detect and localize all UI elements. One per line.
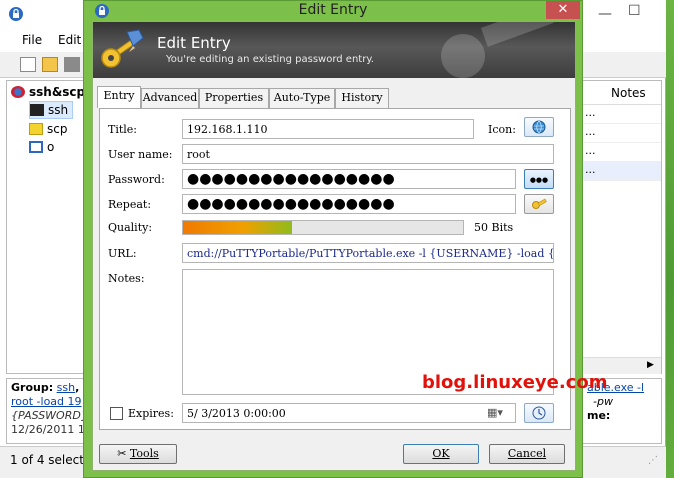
open-folder-icon[interactable]	[42, 57, 58, 72]
cancel-button-label: Cancel	[507, 447, 547, 460]
edit-entry-dialog: Edit Entry ✕ Edit Entry You're editing a…	[83, 0, 583, 478]
dialog-title: Edit Entry	[298, 2, 368, 18]
password-field[interactable]: ●●●●●●●●●●●●●●●●●	[182, 169, 516, 189]
list-header: Notes	[579, 81, 661, 105]
minimize-button[interactable]: —	[598, 6, 612, 22]
calendar-dropdown-icon[interactable]: ▦▾	[487, 406, 503, 419]
terminal-icon	[30, 104, 44, 116]
keepass-lock-icon[interactable]	[8, 6, 24, 22]
tree-item-root[interactable]: ssh&scp	[11, 83, 85, 101]
quality-bits-text: 50 Bits	[474, 221, 514, 234]
expiry-presets-button[interactable]	[524, 403, 554, 423]
new-database-icon[interactable]	[20, 57, 36, 72]
tree-item-label: ssh&scp	[29, 85, 86, 99]
globe-icon	[532, 120, 546, 137]
key-generator-icon	[531, 198, 547, 214]
tools-button[interactable]: ✂ Tools	[99, 444, 177, 464]
generate-password-button[interactable]	[524, 194, 554, 214]
quality-meter	[182, 220, 464, 235]
table-row[interactable]: ...	[579, 162, 661, 181]
watermark-text: blog.linuxeye.com	[422, 372, 608, 393]
table-row[interactable]: ...	[579, 105, 661, 124]
tab-advanced[interactable]: Advanced	[141, 88, 199, 108]
banner-subtitle: You're editing an existing password entr…	[166, 54, 374, 65]
notes-label: Notes:	[108, 272, 145, 285]
tree-item-scp[interactable]: scp	[29, 120, 67, 138]
tree-item-label: o	[47, 140, 55, 154]
url-field[interactable]: cmd://PuTTYPortable/PuTTYPortable.exe -l…	[182, 243, 554, 263]
cell-text: ...	[585, 106, 596, 119]
save-icon[interactable]	[64, 57, 80, 72]
title-label: Title:	[108, 123, 138, 136]
ok-button-label: OK	[432, 447, 450, 460]
key-pencil-icon	[99, 28, 145, 72]
tools-button-label: Tools	[129, 447, 159, 460]
details-group-label: Group:	[11, 381, 54, 394]
maximize-button[interactable]: ☐	[628, 3, 641, 19]
tree-item-o[interactable]: o	[29, 138, 54, 156]
entry-list: Notes ... ... ... ... ▶	[578, 80, 662, 374]
tools-icon: ✂	[117, 447, 127, 460]
expires-date-text: 5/ 3/2013 0:00:00	[187, 407, 286, 420]
expires-date-field[interactable]: 5/ 3/2013 0:00:00 ▦▾	[182, 403, 516, 423]
repeat-label: Repeat:	[108, 198, 152, 211]
tab-history[interactable]: History	[335, 88, 389, 108]
group-tree: ssh&scp ssh scp o	[6, 80, 86, 374]
details-group-link[interactable]: ssh	[57, 381, 75, 394]
quality-meter-fill	[183, 221, 292, 234]
details-group-line: Group: ssh, T	[11, 381, 91, 394]
folder-icon	[29, 141, 43, 153]
repeat-password-field[interactable]: ●●●●●●●●●●●●●●●●●	[182, 194, 516, 214]
details-right-text: me:	[587, 409, 611, 422]
show-password-button[interactable]: ●●●	[524, 169, 554, 189]
close-button[interactable]: ✕	[546, 1, 580, 19]
tree-item-ssh[interactable]: ssh	[29, 101, 74, 119]
title-field[interactable]: 192.168.1.110	[182, 119, 474, 139]
details-right-text: -pw	[593, 395, 613, 408]
cell-text: ...	[585, 144, 596, 157]
expires-label: Expires:	[128, 407, 174, 420]
dialog-banner: Edit Entry You're editing an existing pa…	[93, 22, 575, 78]
database-icon	[11, 86, 25, 98]
tab-auto-type[interactable]: Auto-Type	[269, 88, 335, 108]
resize-grip-icon[interactable]: ⋰	[648, 455, 658, 466]
tree-item-label: ssh	[48, 103, 69, 117]
tree-item-label: scp	[47, 122, 68, 136]
expires-checkbox[interactable]	[110, 407, 123, 420]
banner-title: Edit Entry	[157, 34, 231, 52]
scroll-right-arrow-icon[interactable]: ▶	[647, 360, 654, 370]
details-line: {PASSWORD}	[11, 409, 88, 422]
cell-text: ...	[585, 125, 596, 138]
menu-edit[interactable]: Edit	[58, 33, 81, 47]
tab-properties[interactable]: Properties	[199, 88, 269, 108]
url-label: URL:	[108, 247, 137, 260]
tab-entry[interactable]: Entry	[97, 86, 141, 108]
cancel-button[interactable]: Cancel	[489, 444, 565, 464]
quality-label: Quality:	[108, 221, 153, 234]
table-row[interactable]: ...	[579, 143, 661, 162]
clock-icon	[532, 406, 546, 423]
dots-icon: ●●●	[529, 176, 549, 184]
banner-decoration-icon	[441, 22, 554, 78]
details-line[interactable]: root -load 19	[11, 395, 82, 408]
folder-sticky-icon	[29, 123, 43, 135]
table-row[interactable]: ...	[579, 124, 661, 143]
ok-button[interactable]: OK	[403, 444, 479, 464]
icon-label: Icon:	[488, 123, 516, 136]
icon-picker-button[interactable]	[524, 117, 554, 137]
menu-file[interactable]: File	[22, 33, 42, 47]
username-label: User name:	[108, 148, 173, 161]
column-header-notes[interactable]: Notes	[611, 86, 646, 100]
details-line: 12/26/2011 11	[11, 423, 92, 436]
dialog-titlebar: Edit Entry ✕	[84, 1, 582, 21]
username-field[interactable]: root	[182, 144, 554, 164]
dialog-body: Edit Entry You're editing an existing pa…	[92, 21, 576, 471]
password-label: Password:	[108, 173, 165, 186]
cell-text: ...	[585, 163, 596, 176]
